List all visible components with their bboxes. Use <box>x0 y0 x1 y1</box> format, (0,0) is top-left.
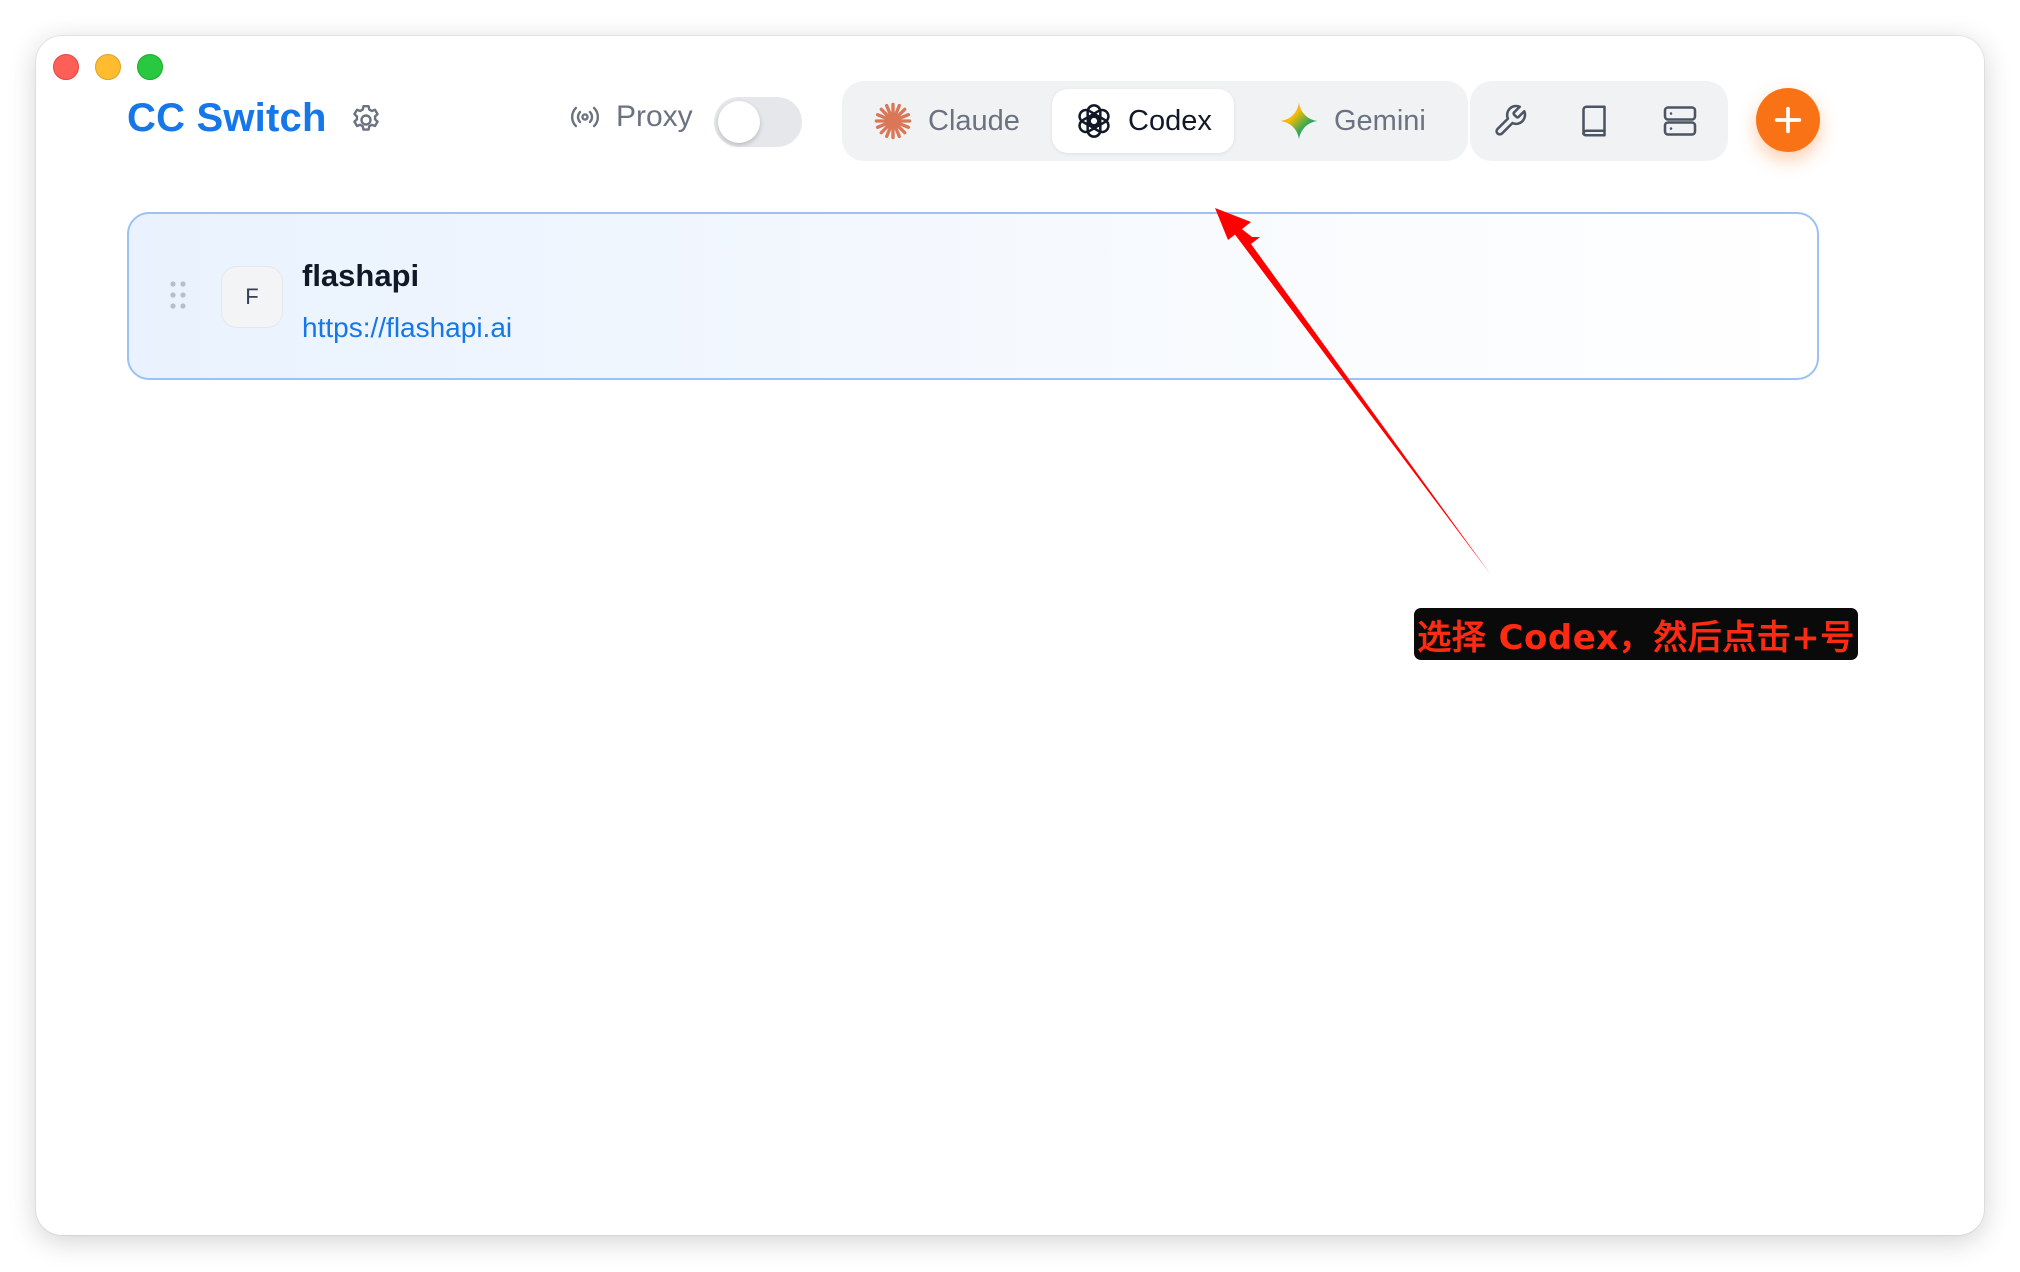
gear-icon <box>353 105 379 131</box>
toolbar <box>1470 81 1728 161</box>
gemini-sparkle-icon <box>1280 102 1318 140</box>
claude-sunburst-icon <box>874 102 912 140</box>
proxy-label: Proxy <box>616 100 693 133</box>
openai-knot-icon <box>1078 104 1110 138</box>
add-provider-button[interactable] <box>1756 88 1820 152</box>
zoom-window-button[interactable] <box>137 54 163 80</box>
tab-claude[interactable]: Claude <box>850 89 1042 153</box>
broadcast-icon <box>571 106 599 128</box>
tab-codex[interactable]: Codex <box>1052 89 1234 153</box>
minimize-window-button[interactable] <box>95 54 121 80</box>
settings-button[interactable] <box>348 102 384 138</box>
wrench-icon <box>1495 104 1527 136</box>
tab-codex-label: Codex <box>1128 104 1212 137</box>
app-title: CC Switch <box>127 96 327 140</box>
drag-handle-icon[interactable] <box>169 280 187 310</box>
skills-button[interactable] <box>1492 103 1528 139</box>
book-icon <box>1582 105 1606 137</box>
tab-gemini[interactable]: Gemini <box>1256 89 1448 153</box>
tab-gemini-label: Gemini <box>1334 104 1426 137</box>
server-icon <box>1663 106 1697 136</box>
provider-card[interactable]: F flashapi https://flashapi.ai <box>127 212 1819 380</box>
proxy-control: Proxy <box>568 100 693 134</box>
app-switcher: Claude Codex Gemini <box>842 81 1468 161</box>
close-window-button[interactable] <box>53 54 79 80</box>
mcp-servers-button[interactable] <box>1660 103 1700 139</box>
toggle-knob <box>718 101 760 143</box>
proxy-toggle[interactable] <box>714 97 802 147</box>
tab-claude-label: Claude <box>928 104 1020 137</box>
prompts-button[interactable] <box>1576 103 1612 139</box>
provider-avatar: F <box>221 266 283 328</box>
provider-url-link[interactable]: https://flashapi.ai <box>302 312 512 344</box>
annotation-note: 选择 Codex，然后点击+号 <box>1414 608 1858 660</box>
window-controls <box>53 54 163 80</box>
plus-icon <box>1774 106 1802 134</box>
provider-name: flashapi <box>302 258 420 293</box>
